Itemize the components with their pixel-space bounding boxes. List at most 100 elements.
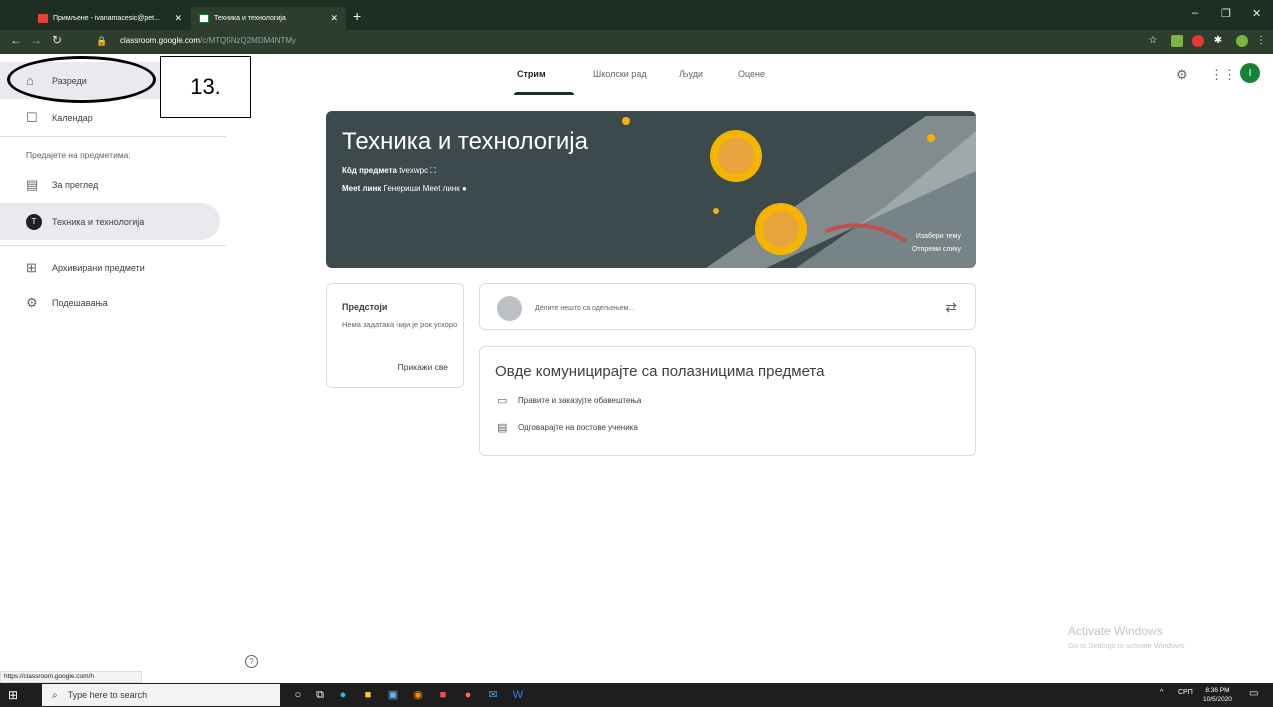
back-arrow-icon[interactable]: ←: [10, 33, 22, 47]
address-bar-row: ← → ↻ 🔒 classroom.google.com/c/MTQ5NzQ2M…: [0, 30, 1273, 54]
sidebar: ⌂ Разреди ☐ Календар Предајете на предме…: [0, 54, 226, 674]
gmail-icon: [38, 14, 48, 23]
upcoming-card: Предстоји Нема задатака чији је рок уско…: [326, 283, 464, 388]
puzzle-icon[interactable]: ✱: [1212, 35, 1224, 47]
clock-date: 10/5/2020: [1203, 696, 1232, 703]
close-tab-icon[interactable]: ✕: [174, 13, 182, 24]
communicate-card: Овде комуницирајте са полазницима предме…: [479, 346, 976, 456]
share-announcement-card[interactable]: Делите нешто са одељењем... ⇄: [479, 283, 976, 330]
sidebar-item-class[interactable]: T Техника и технологија: [0, 203, 220, 240]
help-icon[interactable]: ?: [245, 655, 258, 668]
view-all-link[interactable]: Прикажи све: [398, 362, 448, 372]
lock-icon: 🔒: [96, 36, 108, 46]
top-navigation: Стрим Школски рад Људи Оцене ⚙ ⋮⋮ I: [226, 54, 1273, 96]
file-explorer-icon[interactable]: ■: [360, 687, 376, 703]
class-title: Техника и технологија: [342, 128, 588, 155]
new-tab-button[interactable]: +: [353, 8, 361, 24]
meet-label: Meet линк: [342, 184, 382, 193]
firefox-icon[interactable]: ●: [460, 687, 476, 703]
tab-people[interactable]: Људи: [679, 69, 703, 79]
gear-icon: ⚙: [26, 294, 38, 310]
url-domain: classroom.google.com: [120, 36, 201, 45]
sidebar-item-settings[interactable]: ⚙ Подешавања: [26, 284, 216, 321]
taskbar-search-box[interactable]: ⌕ Type here to search: [42, 684, 280, 706]
posts-list-icon: ▤: [497, 422, 508, 434]
paint-icon[interactable]: ■: [435, 687, 451, 703]
windows-start-icon[interactable]: ⊞: [8, 688, 18, 702]
sidebar-item-label: За преглед: [52, 179, 99, 190]
reload-icon[interactable]: ↻: [52, 33, 62, 47]
browser-tab-classroom[interactable]: Техника и технологија ✕: [191, 7, 346, 30]
communicate-item-label: Правите и заказујте обавештења: [518, 396, 642, 405]
bookmark-star-icon[interactable]: ☆: [1147, 35, 1159, 47]
sidebar-item-label: Техника и технологија: [52, 216, 145, 227]
meet-link-row: Meet линк Генериши Meet линк ●: [342, 184, 467, 193]
browser-tab-title: Примљене - ivanamacesic@pet...: [53, 15, 160, 22]
calendar-icon: ☐: [26, 109, 38, 125]
language-indicator[interactable]: СРП: [1178, 689, 1193, 696]
windows-taskbar: ⊞ ⌕ Type here to search ○ ⧉ ● ■ ▣ ◉ ■ ● …: [0, 683, 1273, 707]
profile-small-icon[interactable]: [1236, 35, 1248, 47]
user-avatar: [497, 296, 522, 321]
edge-icon[interactable]: ●: [335, 687, 351, 703]
word-icon[interactable]: W: [510, 687, 526, 703]
meet-info-icon[interactable]: ●: [462, 184, 467, 193]
divider: [0, 245, 226, 246]
maximize-button[interactable]: ❐: [1221, 7, 1231, 20]
tab-classwork[interactable]: Школски рад: [593, 69, 647, 79]
url-path: /c/MTQ5NzQ2MDM4NTMy: [200, 36, 297, 45]
tab-grades[interactable]: Оцене: [738, 69, 765, 79]
class-code-label: Кôд предмета: [342, 166, 397, 175]
browser-tab-gmail[interactable]: Примљене - ivanamacesic@pet... ✕: [30, 7, 190, 30]
class-banner: Техника и технологија Кôд предмета tvexw…: [326, 111, 976, 268]
store-icon[interactable]: ▣: [385, 687, 401, 703]
repost-icon[interactable]: ⇄: [945, 299, 957, 316]
sidebar-section-header: Предајете на предметима:: [26, 150, 131, 160]
close-tab-icon[interactable]: ✕: [330, 13, 338, 24]
generate-meet-link[interactable]: Генериши Meet линк: [384, 184, 460, 193]
taskbar-search-placeholder: Type here to search: [67, 690, 148, 700]
adblock-icon[interactable]: [1192, 35, 1204, 47]
watermark-line2: Go to Settings to activate Windows.: [1068, 641, 1187, 650]
archive-icon: ⊞: [26, 259, 37, 275]
chrome-menu-icon[interactable]: ⋮: [1255, 35, 1267, 47]
taskbar-clock[interactable]: 8:36 PM 10/5/2020: [1203, 686, 1232, 704]
status-bar-url: https://classroom.google.com/h: [0, 671, 142, 683]
window-close-button[interactable]: ✕: [1252, 7, 1261, 20]
url-field[interactable]: classroom.google.com/c/MTQ5NzQ2MDM4NTMy: [120, 36, 296, 45]
apps-grid-icon[interactable]: ⋮⋮: [1210, 67, 1236, 83]
communicate-title: Овде комуницирајте са полазницима предме…: [495, 363, 825, 380]
profile-avatar[interactable]: I: [1240, 63, 1260, 83]
mail-icon[interactable]: ✉: [485, 687, 501, 703]
class-code-value: tvexwpc: [399, 166, 429, 175]
browser-tab-strip: Примљене - ivanamacesic@pet... ✕ Техника…: [0, 0, 1273, 30]
upcoming-title: Предстоји: [342, 302, 388, 312]
upload-photo-link[interactable]: Отпреми слику: [912, 246, 961, 253]
class-settings-gear-icon[interactable]: ⚙: [1176, 67, 1188, 83]
tray-chevron-icon[interactable]: ^: [1160, 689, 1163, 696]
sidebar-item-label: Календар: [52, 112, 93, 123]
activate-windows-watermark: Activate Windows Go to Settings to activ…: [1068, 624, 1186, 650]
upcoming-empty-text: Нема задатака чији је рок ускоро: [342, 320, 458, 329]
chrome-taskbar-icon[interactable]: ◉: [410, 687, 426, 703]
active-tab-indicator: [514, 92, 574, 95]
notifications-icon[interactable]: ▭: [1249, 688, 1258, 699]
communicate-item-label: Одговарајте на постове ученика: [518, 423, 638, 432]
sidebar-item-to-review[interactable]: ▤ За преглед: [26, 166, 216, 203]
annotation-ellipse: [7, 56, 156, 103]
clock-time: 8:36 PM: [1205, 687, 1230, 694]
task-view-icon[interactable]: ⧉: [312, 687, 328, 703]
forward-arrow-icon[interactable]: →: [30, 33, 42, 47]
fullscreen-code-icon[interactable]: ⛶: [430, 166, 436, 175]
sidebar-item-archived[interactable]: ⊞ Архивирани предмети: [26, 249, 216, 286]
extension-icon[interactable]: [1171, 35, 1183, 47]
cortana-icon[interactable]: ○: [290, 687, 306, 703]
review-folder-icon: ▤: [26, 176, 39, 192]
tab-stream[interactable]: Стрим: [517, 69, 546, 79]
classroom-icon: [199, 14, 209, 23]
choose-theme-link[interactable]: Изабери тему: [916, 233, 961, 240]
share-placeholder[interactable]: Делите нешто са одељењем...: [535, 305, 634, 312]
minimize-button[interactable]: –: [1192, 7, 1198, 19]
communicate-item-reply: ▤ Одговарајте на постове ученика: [497, 421, 638, 434]
sidebar-item-label: Подешавања: [52, 297, 108, 308]
